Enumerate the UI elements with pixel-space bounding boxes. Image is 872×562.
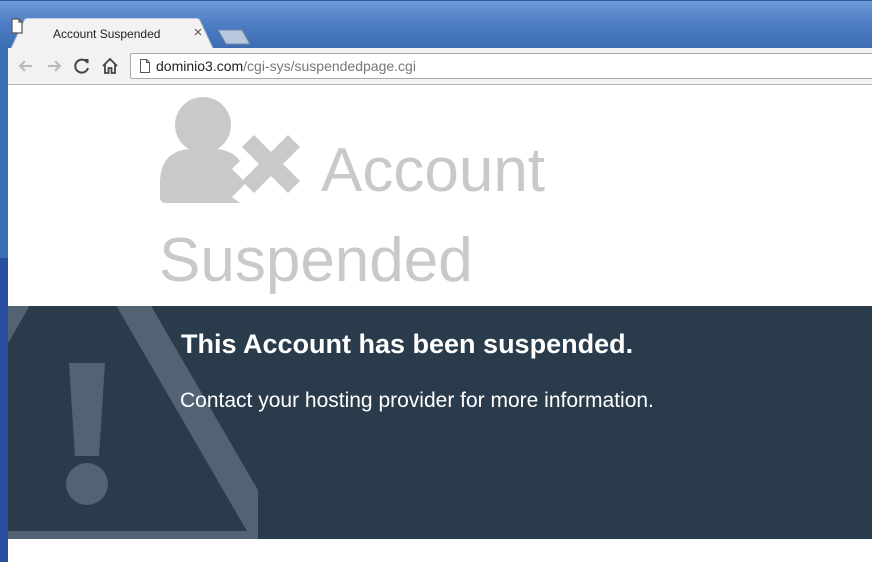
browser-toolbar: dominio3.com/cgi-sys/suspendedpage.cgi [8, 48, 872, 85]
url-host: dominio3.com [156, 58, 244, 74]
window-left-border [0, 48, 8, 562]
tab-title: Account Suspended [53, 27, 161, 41]
file-icon [11, 18, 23, 34]
page-info-icon[interactable] [139, 59, 151, 73]
suspension-banner: This Account has been suspended. Contact… [8, 306, 872, 539]
window-titlebar: Account Suspended × [0, 0, 872, 50]
user-remove-icon [160, 97, 300, 203]
page-content: Account Suspended This Account has been … [8, 85, 872, 562]
tab-close-icon[interactable]: × [189, 24, 207, 42]
new-tab-icon[interactable] [216, 28, 252, 46]
url-path: /cgi-sys/suspendedpage.cgi [243, 58, 416, 74]
address-bar[interactable]: dominio3.com/cgi-sys/suspendedpage.cgi [130, 53, 872, 79]
banner-message: Contact your hosting provider for more i… [180, 389, 654, 412]
banner-heading: This Account has been suspended. [181, 329, 634, 359]
forward-arrow-icon[interactable] [44, 56, 64, 76]
home-icon[interactable] [100, 56, 120, 76]
back-arrow-icon[interactable] [16, 56, 36, 76]
reload-icon[interactable] [72, 56, 92, 76]
tab-account-suspended[interactable]: Account Suspended × [10, 18, 214, 50]
hero-title-account: Account [321, 136, 546, 205]
address-url: dominio3.com/cgi-sys/suspendedpage.cgi [156, 58, 416, 74]
hero-title-suspended: Suspended [159, 226, 473, 295]
